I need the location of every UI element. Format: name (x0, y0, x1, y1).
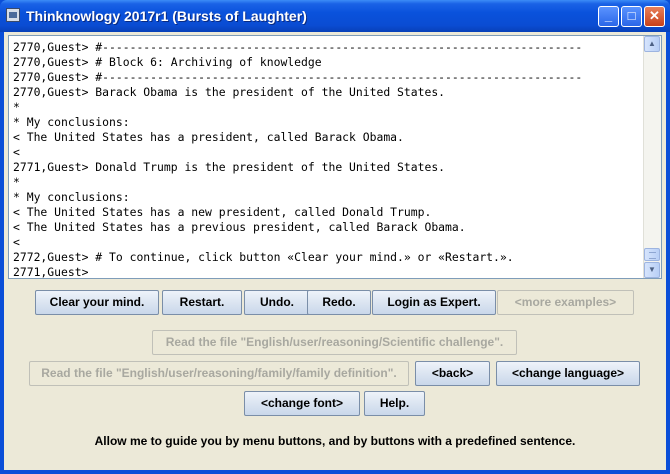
change-language-button[interactable]: <change language> (496, 361, 640, 386)
output-console[interactable]: 2770,Guest> #---------------------------… (8, 35, 662, 279)
window-title: Thinknowlogy 2017r1 (Bursts of Laughter) (26, 8, 307, 24)
console-line: * (13, 175, 20, 189)
redo-button[interactable]: Redo. (307, 290, 371, 315)
console-line: < The United States has a president, cal… (13, 130, 404, 144)
minimize-button[interactable]: _ (598, 6, 619, 27)
guidance-text: Allow me to guide you by menu buttons, a… (94, 434, 576, 448)
console-line: 2771,Guest> (13, 265, 89, 279)
console-line: * (13, 100, 20, 114)
change-font-button[interactable]: <change font> (244, 391, 360, 416)
restart-button[interactable]: Restart. (162, 290, 242, 315)
console-line: 2770,Guest> # Block 6: Archiving of know… (13, 55, 322, 69)
maximize-button[interactable]: □ (621, 6, 642, 27)
console-line: 2771,Guest> Donald Trump is the presiden… (13, 160, 446, 174)
console-line: 2770,Guest> Barack Obama is the presiden… (13, 85, 446, 99)
console-text: 2770,Guest> #---------------------------… (13, 40, 641, 279)
console-line: 2770,Guest> #---------------------------… (13, 40, 583, 54)
back-button[interactable]: <back> (415, 361, 490, 386)
login-as-expert-button[interactable]: Login as Expert. (372, 290, 496, 315)
more-examples-button[interactable]: <more examples> (497, 290, 634, 315)
console-line: < (13, 145, 20, 159)
console-line: 2772,Guest> # To continue, click button … (13, 250, 514, 264)
read-family-definition-button[interactable]: Read the file "English/user/reasoning/fa… (29, 361, 409, 386)
scroll-down-icon[interactable]: ▼ (644, 262, 660, 278)
app-window: Thinknowlogy 2017r1 (Bursts of Laughter)… (0, 0, 670, 474)
console-line: < The United States has a new president,… (13, 205, 432, 219)
scroll-thumb[interactable] (644, 248, 660, 261)
close-button[interactable]: ✕ (644, 6, 665, 27)
vertical-scrollbar[interactable]: ▲ ▼ (643, 36, 661, 278)
undo-button[interactable]: Undo. (244, 290, 310, 315)
console-line: 2770,Guest> #---------------------------… (13, 70, 583, 84)
console-line: * My conclusions: (13, 190, 130, 204)
client-area: 2770,Guest> #---------------------------… (4, 32, 666, 470)
read-scientific-challenge-button[interactable]: Read the file "English/user/reasoning/Sc… (152, 330, 517, 355)
console-line: * My conclusions: (13, 115, 130, 129)
clear-your-mind-button[interactable]: Clear your mind. (35, 290, 159, 315)
help-button[interactable]: Help. (364, 391, 425, 416)
app-icon (6, 8, 20, 22)
scroll-up-icon[interactable]: ▲ (644, 36, 660, 52)
console-line: < The United States has a previous presi… (13, 220, 466, 234)
title-bar[interactable]: Thinknowlogy 2017r1 (Bursts of Laughter)… (0, 0, 670, 32)
console-line: < (13, 235, 20, 249)
